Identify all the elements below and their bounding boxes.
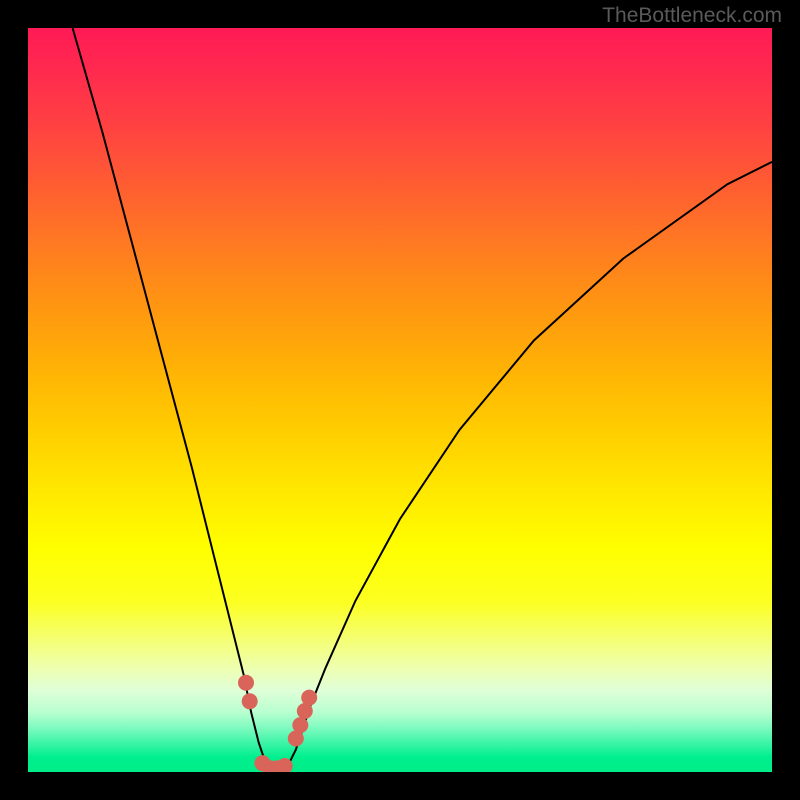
watermark-text: TheBottleneck.com (602, 4, 782, 28)
marker-point (242, 693, 258, 709)
chart-svg (28, 28, 772, 772)
marker-point (301, 690, 317, 706)
bottleneck-curve (73, 28, 772, 772)
marker-point (292, 717, 308, 733)
plot-area (28, 28, 772, 772)
highlight-markers (238, 675, 317, 772)
marker-point (238, 675, 254, 691)
